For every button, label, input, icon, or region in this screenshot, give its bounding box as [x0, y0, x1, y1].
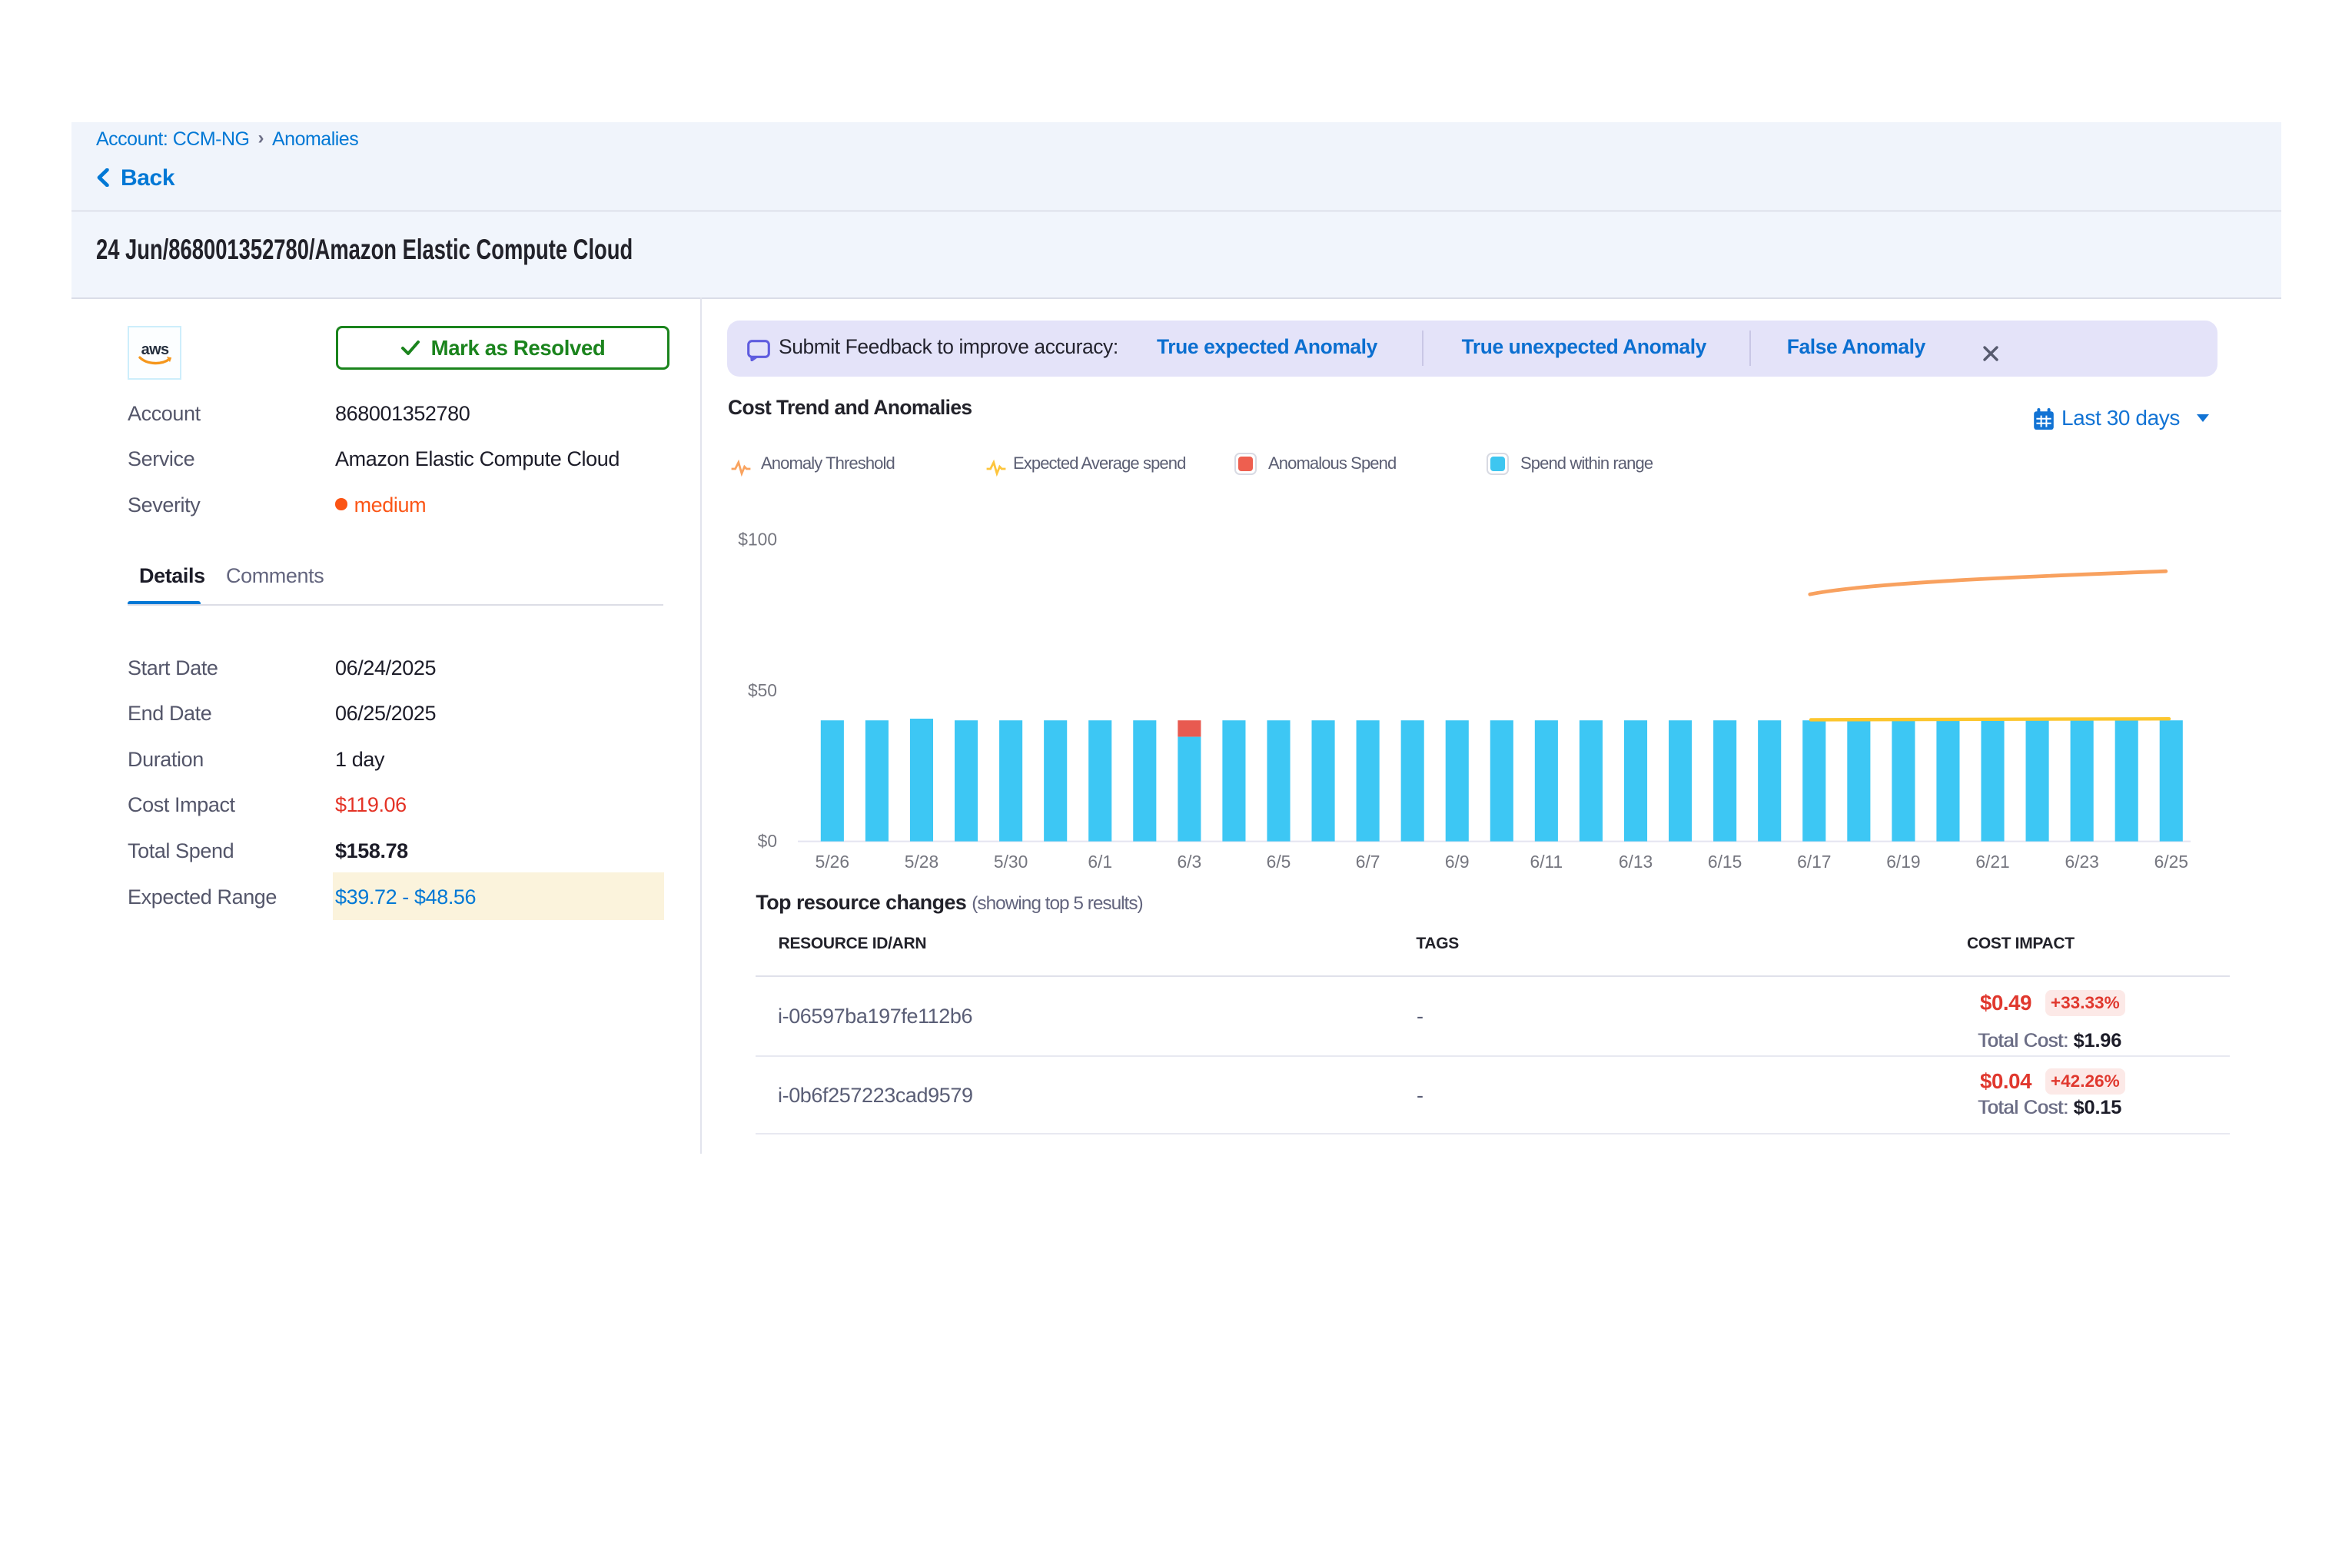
svg-text:$0: $0	[758, 831, 777, 851]
svg-text:6/23: 6/23	[2065, 852, 2098, 872]
svg-text:6/7: 6/7	[1356, 852, 1380, 872]
svg-text:6/11: 6/11	[1530, 852, 1563, 872]
svg-text:aws: aws	[141, 341, 169, 358]
svg-text:$50: $50	[748, 680, 777, 700]
svg-text:5/30: 5/30	[994, 852, 1028, 872]
svg-text:6/15: 6/15	[1708, 852, 1742, 872]
svg-text:6/13: 6/13	[1619, 852, 1653, 872]
svg-text:6/21: 6/21	[1975, 852, 2009, 872]
svg-text:6/9: 6/9	[1445, 852, 1470, 872]
svg-text:6/19: 6/19	[1886, 852, 1920, 872]
svg-text:6/5: 6/5	[1267, 852, 1291, 872]
svg-text:$100: $100	[738, 530, 777, 550]
svg-text:6/17: 6/17	[1797, 852, 1831, 872]
svg-text:5/26: 5/26	[816, 852, 849, 872]
svg-text:6/25: 6/25	[2154, 852, 2188, 872]
svg-text:6/1: 6/1	[1088, 852, 1112, 872]
svg-text:6/3: 6/3	[1178, 852, 1202, 872]
svg-text:5/28: 5/28	[905, 852, 938, 872]
